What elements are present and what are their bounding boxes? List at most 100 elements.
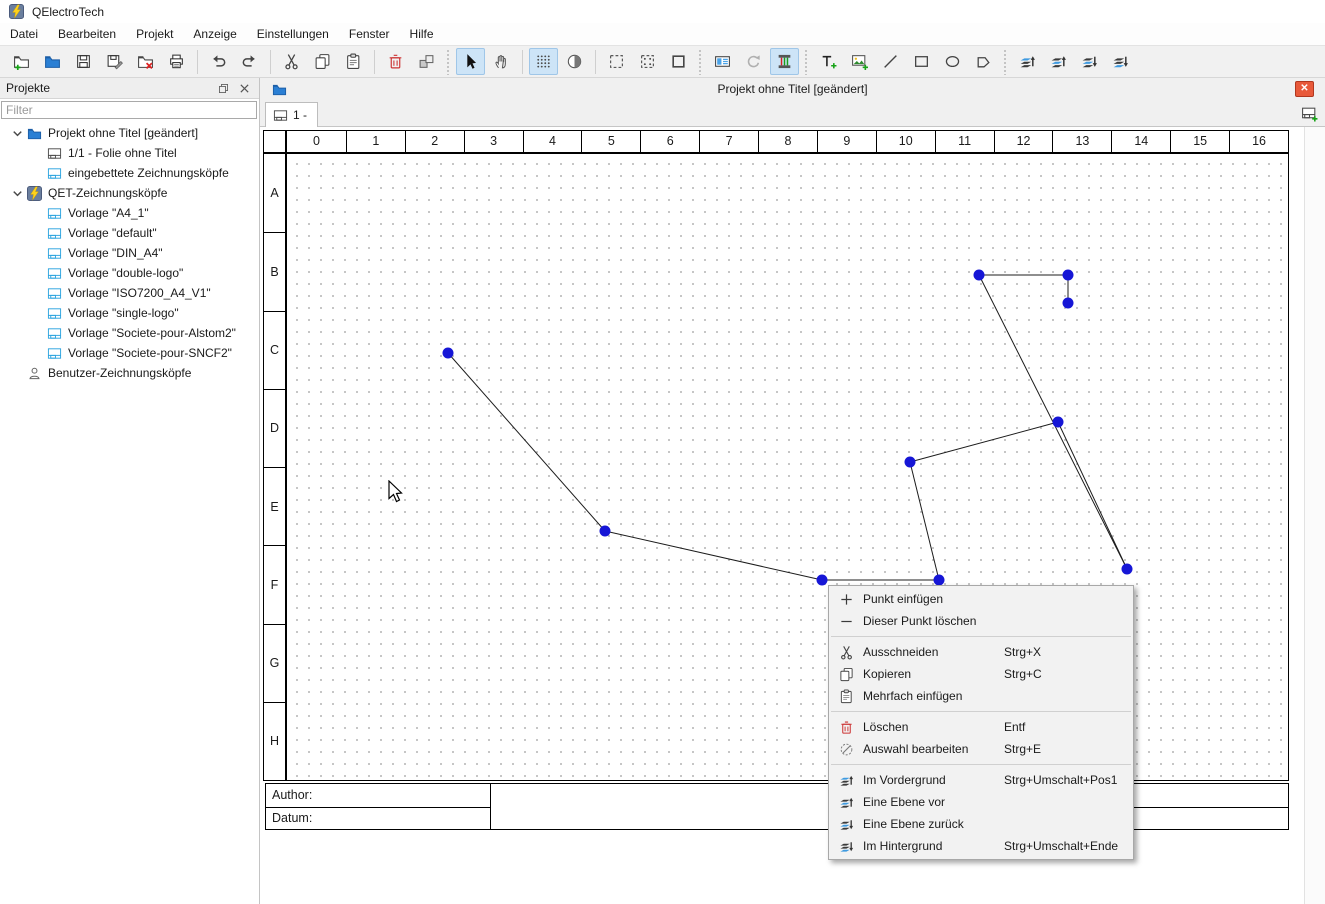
add-text-button[interactable] (814, 48, 843, 75)
sheet-cyan-icon (46, 305, 63, 321)
context-menu-item-punkt-einf-gen[interactable]: Punkt einfügen (829, 588, 1133, 610)
context-menu-item-eine-ebene-vor[interactable]: Eine Ebene vor (829, 791, 1133, 813)
toolbar-separator (595, 50, 596, 74)
filter-input[interactable] (1, 101, 257, 119)
print-button[interactable] (162, 48, 191, 75)
save-as-button[interactable] (100, 48, 129, 75)
copy-button[interactable] (308, 48, 337, 75)
cut-button[interactable] (277, 48, 306, 75)
context-menu-item-l-schen[interactable]: LöschenEntf (829, 716, 1133, 738)
chevron-down-icon[interactable] (8, 185, 26, 201)
add-sheet-button[interactable] (1299, 104, 1320, 123)
sheet-tab-label: 1 - (293, 108, 307, 122)
tree-item-qet-zeichnungsk-pfe[interactable]: QET-Zeichnungsköpfe (0, 183, 259, 203)
chevron-down-icon[interactable] (8, 125, 26, 141)
menu-fenster[interactable]: Fenster (339, 24, 400, 44)
context-menu-item-label: Im Hintergrund (863, 839, 1004, 853)
context-menu-item-label: Auswahl bearbeiten (863, 742, 1004, 756)
toolbar-handle[interactable] (446, 49, 451, 75)
delete-button[interactable] (381, 48, 410, 75)
save-button[interactable] (69, 48, 98, 75)
menu-bearbeiten[interactable]: Bearbeiten (48, 24, 126, 44)
add-polyline-button[interactable] (969, 48, 998, 75)
paste-button[interactable] (339, 48, 368, 75)
context-menu-item-ausschneiden[interactable]: AusschneidenStrg+X (829, 641, 1133, 663)
bring-to-front-button[interactable] (1013, 48, 1042, 75)
column-header-14: 14 (1111, 131, 1170, 152)
context-menu-item-im-vordergrund[interactable]: Im VordergrundStrg+Umschalt+Pos1 (829, 769, 1133, 791)
menu-einstellungen[interactable]: Einstellungen (247, 24, 339, 44)
toolbar-handle[interactable] (1003, 49, 1008, 75)
tree-item-vorlage-default[interactable]: Vorlage "default" (0, 223, 259, 243)
context-menu-item-shortcut: Strg+Umschalt+Pos1 (1004, 773, 1133, 787)
menu-anzeige[interactable]: Anzeige (183, 24, 246, 44)
sheet-icon (273, 108, 288, 123)
row-header-e: E (264, 467, 285, 545)
toolbar-separator (522, 50, 523, 74)
add-ellipse-button[interactable] (938, 48, 967, 75)
close-project-window-button[interactable]: ✕ (1295, 81, 1314, 97)
context-menu-item-shortcut: Strg+Umschalt+Ende (1004, 839, 1133, 853)
toggle-grid-button[interactable] (529, 48, 558, 75)
tree-item-vorlage-societe-pour-alstom2[interactable]: Vorlage "Societe-pour-Alstom2" (0, 323, 259, 343)
conductors-button[interactable] (770, 48, 799, 75)
sheet-tab-1[interactable]: 1 - (265, 102, 318, 127)
column-header-16: 16 (1229, 131, 1288, 152)
toolbar-handle[interactable] (698, 49, 703, 75)
context-menu-item-mehrfach-einf-gen[interactable]: Mehrfach einfügen (829, 685, 1133, 707)
context-menu-item-im-hintergrund[interactable]: Im HintergrundStrg+Umschalt+Ende (829, 835, 1133, 857)
add-rectangle-button[interactable] (907, 48, 936, 75)
new-project-button[interactable] (7, 48, 36, 75)
background-color-button[interactable] (560, 48, 589, 75)
redo-button[interactable] (235, 48, 264, 75)
undo-button[interactable] (204, 48, 233, 75)
context-menu-item-auswahl-bearbeiten[interactable]: Auswahl bearbeitenStrg+E (829, 738, 1133, 760)
context-menu-item-dieser-punkt-l-schen[interactable]: Dieser Punkt löschen (829, 610, 1133, 632)
tree-item-vorlage-din-a4[interactable]: Vorlage "DIN_A4" (0, 243, 259, 263)
rotate-button[interactable] (739, 48, 768, 75)
menu-projekt[interactable]: Projekt (126, 24, 183, 44)
row-ruler: ABCDEFGH (263, 153, 286, 781)
drawing-grid[interactable] (286, 153, 1289, 781)
close-project-button[interactable] (131, 48, 160, 75)
move-copy-button[interactable] (412, 48, 441, 75)
chevron-slot (28, 165, 46, 181)
tree-item-vorlage-societe-pour-sncf2[interactable]: Vorlage "Societe-pour-SNCF2" (0, 343, 259, 363)
tree-item-eingebettete-zeichnungsk-pfe[interactable]: eingebettete Zeichnungsköpfe (0, 163, 259, 183)
tree-item-vorlage-iso7200-a4-v1[interactable]: Vorlage "ISO7200_A4_V1" (0, 283, 259, 303)
context-menu-separator (831, 711, 1131, 712)
selection-mode-button[interactable] (456, 48, 485, 75)
column-header-5: 5 (581, 131, 640, 152)
context-menu-item-eine-ebene-zur-ck[interactable]: Eine Ebene zurück (829, 813, 1133, 835)
tree-item-benutzer-zeichnungsk-pfe[interactable]: Benutzer-Zeichnungsköpfe (0, 363, 259, 383)
titleblock-editor-button[interactable] (708, 48, 737, 75)
pan-mode-button[interactable] (487, 48, 516, 75)
select-border-button[interactable] (664, 48, 693, 75)
vertical-scrollbar[interactable] (1304, 127, 1325, 904)
send-to-back-button[interactable] (1106, 48, 1135, 75)
tree-item-vorlage-single-logo[interactable]: Vorlage "single-logo" (0, 303, 259, 323)
close-panel-button[interactable] (234, 80, 255, 97)
context-menu-item-kopieren[interactable]: KopierenStrg+C (829, 663, 1133, 685)
select-rect-button[interactable] (602, 48, 631, 75)
column-header-6: 6 (640, 131, 699, 152)
float-panel-button[interactable] (213, 80, 234, 97)
add-line-button[interactable] (876, 48, 905, 75)
tree-item-vorlage-double-logo[interactable]: Vorlage "double-logo" (0, 263, 259, 283)
tree-item-label: QET-Zeichnungsköpfe (48, 186, 167, 200)
menu-hilfe[interactable]: Hilfe (400, 24, 444, 44)
open-project-button[interactable] (38, 48, 67, 75)
toolbar-handle[interactable] (804, 49, 809, 75)
tree-item-1-1-folie-ohne-titel[interactable]: 1/1 - Folie ohne Titel (0, 143, 259, 163)
diagram-view[interactable]: 012345678910111213141516 ABCDEFGH Author… (260, 127, 1325, 904)
tree-item-projekt-ohne-titel-ge-ndert[interactable]: Projekt ohne Titel [geändert] (0, 123, 259, 143)
tree-item-vorlage-a4-1[interactable]: Vorlage "A4_1" (0, 203, 259, 223)
add-image-button[interactable] (845, 48, 874, 75)
projects-panel: Projekte Projekt ohne Titel [geändert]1/… (0, 78, 260, 904)
menu-datei[interactable]: Datei (0, 24, 48, 44)
select-contents-button[interactable] (633, 48, 662, 75)
lower-button[interactable] (1075, 48, 1104, 75)
titleblock: Author: Datum: (265, 783, 1289, 830)
context-menu-item-shortcut: Strg+E (1004, 742, 1133, 756)
raise-button[interactable] (1044, 48, 1073, 75)
